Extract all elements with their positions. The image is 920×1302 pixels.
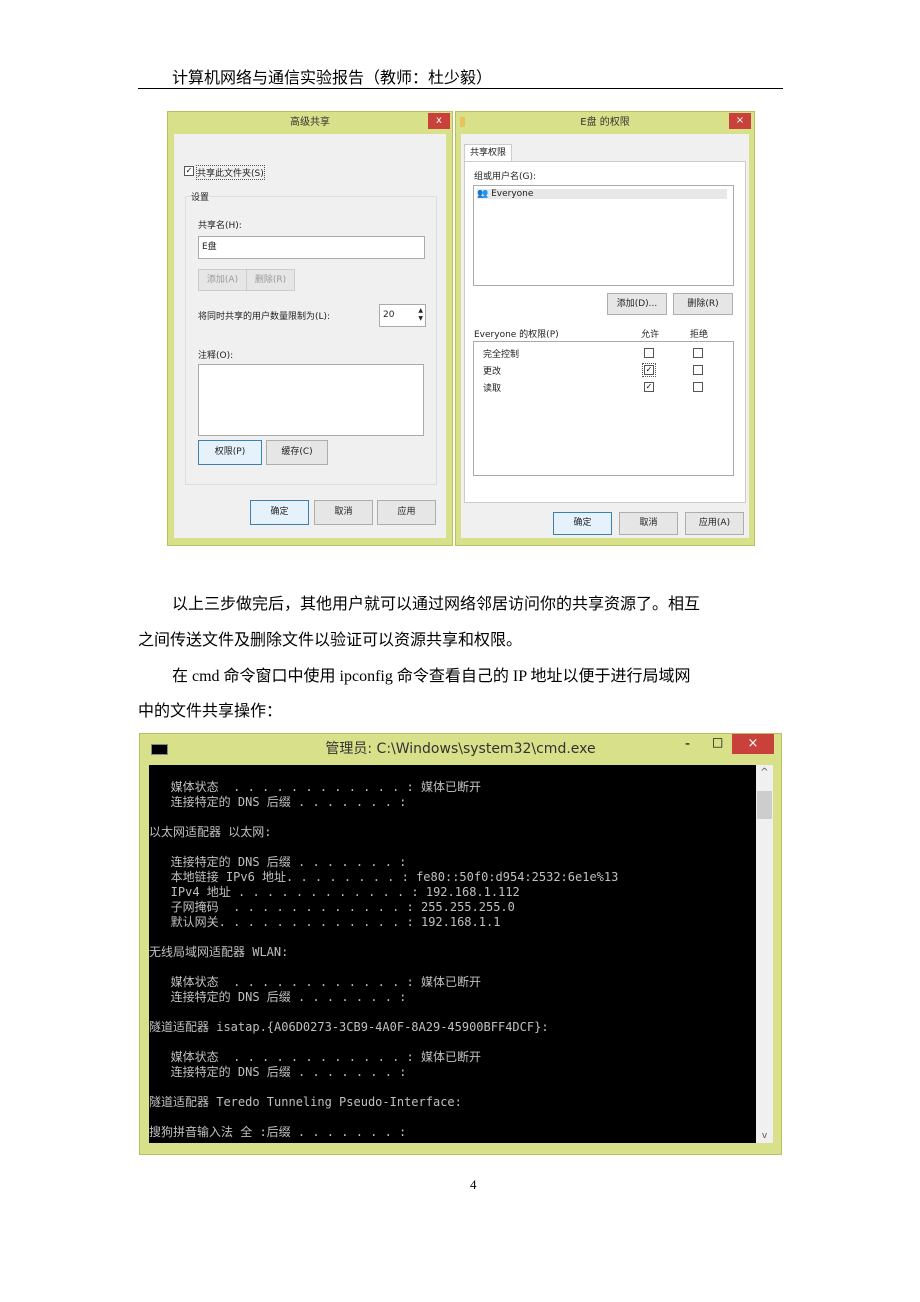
dialog-title: E盘 的权限 [580, 117, 630, 128]
close-button[interactable]: × [729, 113, 751, 129]
console-line: 以太网适配器 以太网: [149, 825, 272, 839]
maximize-button[interactable]: □ [712, 735, 723, 749]
page-header: 计算机网络与通信实验报告（教师：杜少毅） [172, 70, 493, 87]
console-line: 媒体状态 . . . . . . . . . . . . : 媒体已断开 [149, 1050, 481, 1064]
console-line: 本地链接 IPv6 地址. . . . . . . . : fe80::50f0… [149, 870, 619, 884]
paragraph-line: 中的文件共享操作： [138, 703, 283, 720]
permission-name: 更改 [483, 367, 502, 377]
console-line: 连接特定的 DNS 后缀 . . . . . . . : [149, 990, 407, 1004]
close-button[interactable]: x [428, 113, 450, 129]
allow-checkbox[interactable]: ✓ [642, 363, 656, 377]
console-line: 无线局域网适配器 WLAN: [149, 945, 289, 959]
vertical-scrollbar[interactable]: ^ v [756, 765, 773, 1143]
console-line: 连接特定的 DNS 后缀 . . . . . . . : [149, 795, 407, 809]
document-page: 计算机网络与通信实验报告（教师：杜少毅） 高级共享 x ✓ 共享此文件夹(S) … [0, 0, 920, 1302]
advanced-sharing-dialog: 高级共享 x ✓ 共享此文件夹(S) 设置 共享名(H): E盘 添加(A) 删… [167, 111, 453, 546]
allow-checkbox[interactable] [644, 348, 654, 358]
apply-button[interactable]: 应用 [377, 500, 436, 525]
header-rule [138, 88, 783, 89]
user-list-item[interactable]: 👥 Everyone [477, 189, 727, 199]
allow-checkbox[interactable]: ✓ [644, 382, 654, 392]
comment-textarea[interactable] [198, 364, 424, 436]
deny-column-header: 拒绝 [690, 330, 709, 340]
apply-button[interactable]: 应用(A) [685, 512, 744, 535]
paragraph-line: 以上三步做完后，其他用户就可以通过网络邻居访问你的共享资源了。相互 [172, 596, 701, 613]
console-line: 默认网关. . . . . . . . . . . . . : 192.168.… [149, 915, 501, 929]
console-line: 搜狗拼音输入法 全 :后缀 . . . . . . . : [149, 1125, 407, 1139]
deny-checkbox[interactable] [693, 365, 703, 375]
settings-group-label: 设置 [191, 190, 210, 203]
share-folder-label: 共享此文件夹(S) [196, 165, 265, 180]
ok-button[interactable]: 确定 [250, 500, 309, 525]
permissions-button[interactable]: 权限(P) [198, 440, 262, 465]
user-list[interactable]: 👥 Everyone [473, 185, 734, 286]
permission-name: 读取 [483, 384, 502, 394]
allow-column-header: 允许 [641, 330, 660, 340]
scrollbar-thumb[interactable] [757, 791, 772, 819]
permissions-label: Everyone 的权限(P) [474, 330, 559, 340]
comment-label: 注释(O): [198, 351, 234, 361]
console-line: 隧道适配器 Teredo Tunneling Pseudo-Interface: [149, 1095, 462, 1109]
user-name: Everyone [491, 189, 534, 199]
permissions-list: 完全控制 更改 ✓ 读取 ✓ [473, 341, 734, 476]
tab-share-permissions[interactable]: 共享权限 [464, 144, 513, 161]
share-name-input[interactable]: E盘 [198, 236, 425, 259]
add-button[interactable]: 添加(D)... [607, 293, 667, 315]
share-folder-checkbox[interactable]: ✓ [184, 166, 194, 176]
console-line: 连接特定的 DNS 后缀 . . . . . . . : [149, 1065, 407, 1079]
user-limit-value: 20 [383, 310, 395, 320]
console-output: 媒体状态 . . . . . . . . . . . . : 媒体已断开 连接特… [149, 765, 756, 1143]
close-button[interactable]: × [732, 734, 774, 754]
share-name-label: 共享名(H): [198, 221, 242, 231]
paragraph-line: 在 cmd 命令窗口中使用 ipconfig 命令查看自己的 IP 地址以便于进… [172, 668, 691, 685]
user-group-icon: 👥 [477, 189, 489, 199]
dialog-title: 高级共享 [290, 117, 330, 128]
remove-button[interactable]: 删除(R) [673, 293, 733, 315]
console-line: 连接特定的 DNS 后缀 . . . . . . . : [149, 855, 407, 869]
console-line: 隧道适配器 isatap.{A06D0273-3CB9-4A0F-8A29-45… [149, 1020, 549, 1034]
add-button[interactable]: 添加(A) [198, 269, 247, 291]
user-limit-spinner[interactable]: 20 ▲ ▼ [379, 304, 426, 327]
scroll-up-arrow[interactable]: ^ [756, 767, 773, 778]
scroll-down-arrow[interactable]: v [756, 1131, 773, 1141]
permission-name: 完全控制 [483, 350, 520, 360]
paragraph-line: 之间传送文件及删除文件以验证可以资源共享和权限。 [138, 632, 523, 649]
minimize-button[interactable]: - [685, 736, 690, 752]
caching-button[interactable]: 缓存(C) [266, 440, 328, 465]
console-line: IPv4 地址 . . . . . . . . . . . . : 192.16… [149, 885, 520, 899]
console-line: 媒体状态 . . . . . . . . . . . . : 媒体已断开 [149, 780, 481, 794]
remove-button[interactable]: 删除(R) [246, 269, 295, 291]
cancel-button[interactable]: 取消 [619, 512, 678, 535]
permissions-dialog: E盘 的权限 × 共享权限 组或用户名(G): 👥 Everyone 添加(D)… [455, 111, 755, 546]
console-line: 子网掩码 . . . . . . . . . . . . : 255.255.2… [149, 900, 515, 914]
cancel-button[interactable]: 取消 [314, 500, 373, 525]
page-number: 4 [470, 1177, 477, 1192]
group-user-label: 组或用户名(G): [474, 172, 537, 182]
console-line: 媒体状态 . . . . . . . . . . . . : 媒体已断开 [149, 975, 481, 989]
cmd-window: 管理员: C:\Windows\system32\cmd.exe - □ × 媒… [139, 733, 782, 1155]
ok-button[interactable]: 确定 [553, 512, 612, 535]
spinner-arrows-icon[interactable]: ▲ ▼ [418, 307, 423, 323]
deny-checkbox[interactable] [693, 382, 703, 392]
user-limit-label: 将同时共享的用户数量限制为(L): [198, 312, 331, 322]
deny-checkbox[interactable] [693, 348, 703, 358]
